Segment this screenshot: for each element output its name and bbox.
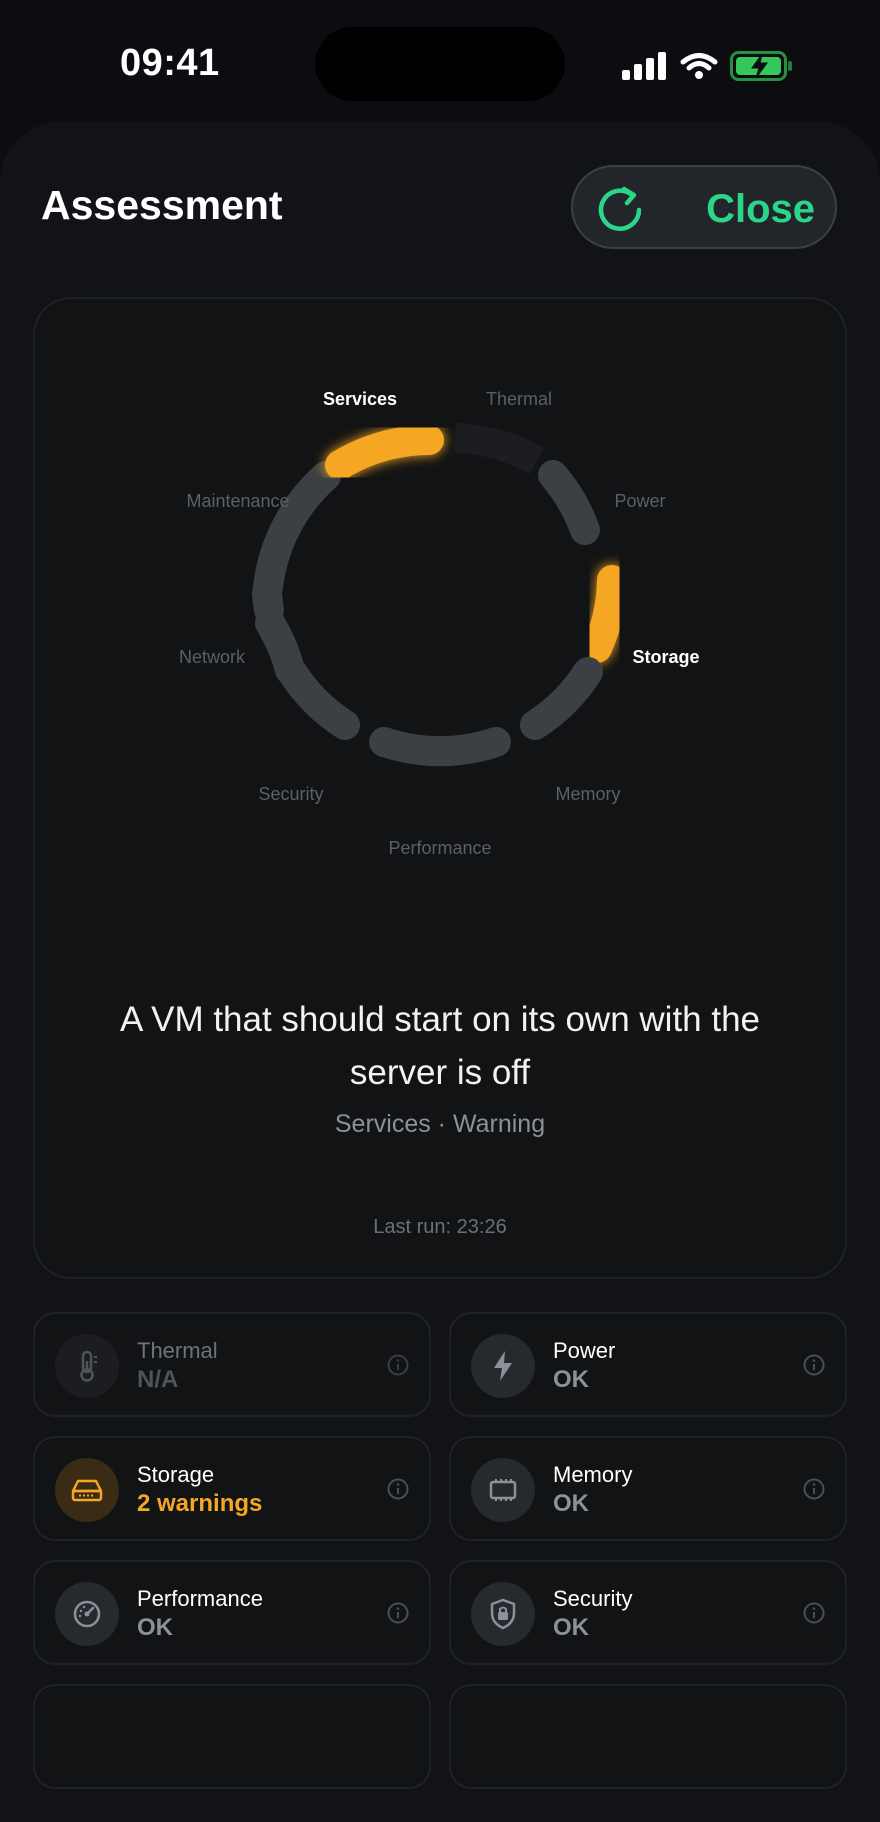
ring-label-maintenance[interactable]: Maintenance [186,491,289,511]
status-icons [622,48,794,84]
tile-power[interactable]: Power OK [449,1312,847,1417]
tile-power-value: OK [553,1366,589,1393]
tile-next-right[interactable] [449,1684,847,1789]
ring-segment-power[interactable] [538,460,600,545]
battery-charging-icon [730,51,792,81]
lock-shield-icon [471,1582,535,1646]
last-run-time: Last run: 23:26 [373,1216,507,1238]
ring-label-storage[interactable]: Storage [632,647,699,667]
status-bar: 09:41 [0,0,880,120]
ring-segment-memory[interactable] [520,657,603,740]
ring-segment-network-2[interactable] [255,608,305,685]
tile-power-name: Power [553,1338,616,1363]
ring-label-power[interactable]: Power [614,491,665,511]
gauge-icon [55,1582,119,1646]
tile-memory-name: Memory [553,1462,633,1487]
refresh-icon[interactable] [597,183,647,233]
tile-performance[interactable]: Performance OK [33,1560,431,1665]
ring-label-memory[interactable]: Memory [555,784,620,804]
info-icon[interactable] [803,1354,825,1376]
bolt-icon [471,1334,535,1398]
drive-icon [55,1458,119,1522]
tile-memory[interactable]: Memory OK [449,1436,847,1541]
info-icon[interactable] [387,1478,409,1500]
tile-storage-value: 2 warnings [137,1490,263,1517]
ring-segment-thermal[interactable] [454,423,545,475]
info-icon[interactable] [803,1602,825,1624]
chip-icon [471,1458,535,1522]
ring-segment-storage[interactable] [582,565,627,663]
ring-label-network[interactable]: Network [179,647,246,667]
tile-storage-name: Storage [137,1462,215,1487]
ring-segment-services[interactable] [325,425,444,480]
close-button-label: Close [706,187,815,231]
tile-thermal-name: Thermal [137,1338,218,1363]
ring-segment-performance[interactable] [369,727,511,767]
cellular-signal-icon [622,52,666,80]
tile-performance-value: OK [137,1614,173,1641]
close-button[interactable]: Close [571,165,837,249]
ring-label-thermal[interactable]: Thermal [486,389,552,409]
tile-next-left[interactable] [33,1684,431,1789]
tile-security[interactable]: Security OK [449,1560,847,1665]
finding-headline: A VM that should start on its own with t… [119,1000,761,1092]
info-icon[interactable] [803,1478,825,1500]
ring-label-security[interactable]: Security [258,784,323,804]
info-icon[interactable] [387,1354,409,1376]
tile-thermal-value: N/A [137,1366,179,1393]
page-title: Assessment [41,182,283,228]
tile-memory-value: OK [553,1490,589,1517]
tile-storage[interactable]: Storage 2 warnings [33,1436,431,1541]
tile-thermal[interactable]: Thermal N/A [33,1312,431,1417]
dynamic-island [315,27,565,101]
ring-label-services[interactable]: Services [323,389,397,409]
wifi-icon [680,53,718,79]
tile-security-name: Security [553,1586,633,1611]
tile-performance-name: Performance [137,1586,263,1611]
finding-subtitle: Services · Warning [334,1110,546,1138]
category-ring: Services Thermal Power Storage Memory Pe… [179,389,700,858]
tile-security-value: OK [553,1614,589,1641]
status-time: 09:41 [120,42,220,84]
thermometer-icon [55,1334,119,1398]
info-icon[interactable] [387,1602,409,1624]
ring-label-performance[interactable]: Performance [388,838,491,858]
